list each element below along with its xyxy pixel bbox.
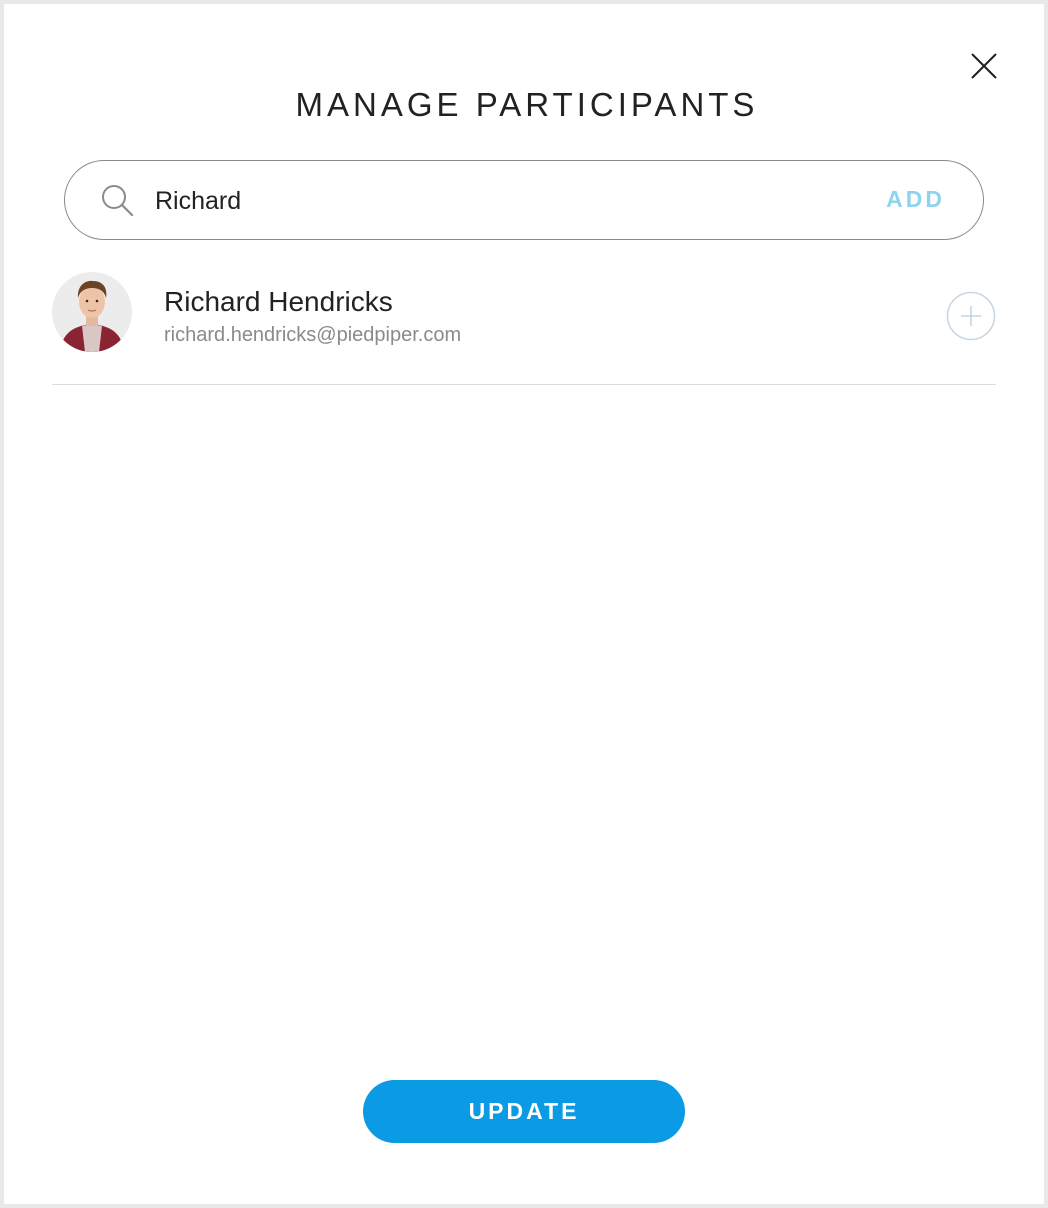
search-icon xyxy=(102,185,134,217)
avatar xyxy=(52,272,132,352)
plus-circle-icon xyxy=(946,291,996,341)
participant-email: richard.hendricks@piedpiper.com xyxy=(164,324,462,346)
update-button[interactable]: UPDATE xyxy=(363,1080,685,1143)
participant-result-row: Richard Hendricks richard.hendricks@pied… xyxy=(52,270,996,385)
close-icon xyxy=(971,53,997,79)
add-participant-button[interactable] xyxy=(946,291,996,341)
manage-participants-dialog: MANAGE PARTICIPANTS ADD xyxy=(4,4,1044,1204)
add-button[interactable]: ADD xyxy=(886,186,945,213)
close-button[interactable] xyxy=(964,46,1004,86)
search-input[interactable] xyxy=(155,179,815,223)
participant-name: Richard Hendricks xyxy=(164,286,393,317)
search-box: ADD xyxy=(64,160,984,240)
dialog-title: MANAGE PARTICIPANTS xyxy=(295,86,759,123)
